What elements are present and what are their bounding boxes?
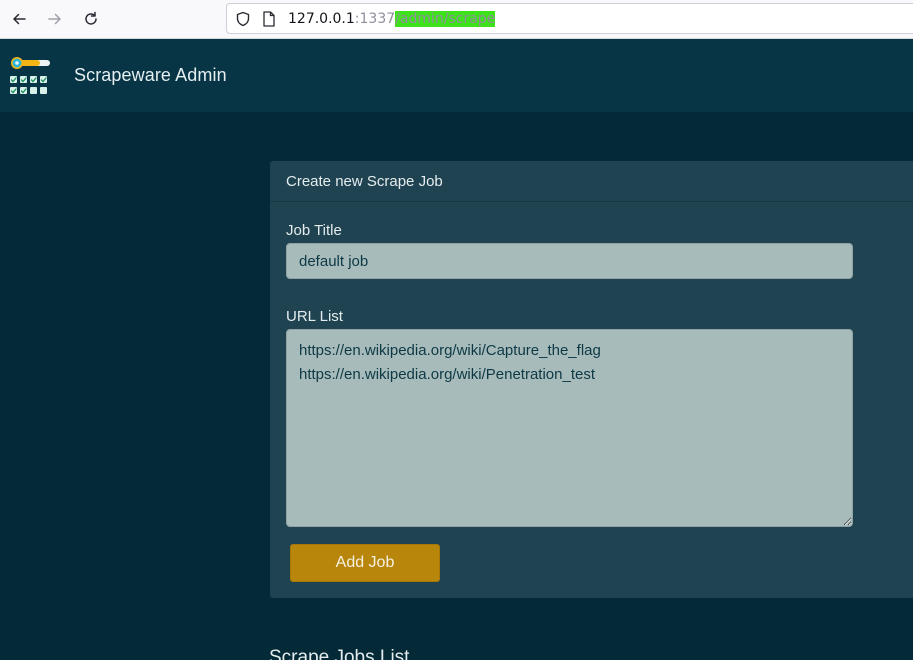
scrapeware-logo-icon	[10, 57, 50, 94]
browser-toolbar: 127.0.0.1:1337/admin/scrape	[0, 0, 913, 39]
url-port: :1337	[354, 11, 396, 27]
add-job-button[interactable]: Add Job	[290, 544, 440, 582]
job-title-input[interactable]	[286, 243, 853, 279]
forward-button[interactable]	[44, 8, 66, 30]
app-header: Scrapeware Admin	[0, 39, 913, 112]
url-path: /admin/scrape	[395, 11, 496, 27]
reload-button[interactable]	[80, 8, 102, 30]
scrape-jobs-list-title: Scrape Jobs List	[269, 647, 410, 660]
back-button[interactable]	[8, 8, 30, 30]
url-host: 127.0.0.1	[288, 11, 355, 27]
url-list-label: URL List	[286, 308, 343, 325]
url-text[interactable]: 127.0.0.1:1337/admin/scrape	[288, 11, 496, 28]
job-title-label: Job Title	[286, 222, 342, 239]
url-list-textarea[interactable]: https://en.wikipedia.org/wiki/Capture_th…	[286, 329, 853, 527]
arrow-right-icon	[48, 13, 61, 25]
shield-icon[interactable]	[235, 11, 251, 27]
arrow-left-icon	[13, 13, 26, 25]
create-job-card-header: Create new Scrape Job	[270, 161, 913, 202]
app-brand-title[interactable]: Scrapeware Admin	[74, 64, 227, 86]
address-bar[interactable]: 127.0.0.1:1337/admin/scrape	[226, 3, 913, 34]
create-job-card: Create new Scrape Job Job Title URL List…	[270, 161, 913, 598]
page-icon	[263, 11, 275, 27]
reload-icon	[85, 11, 97, 25]
